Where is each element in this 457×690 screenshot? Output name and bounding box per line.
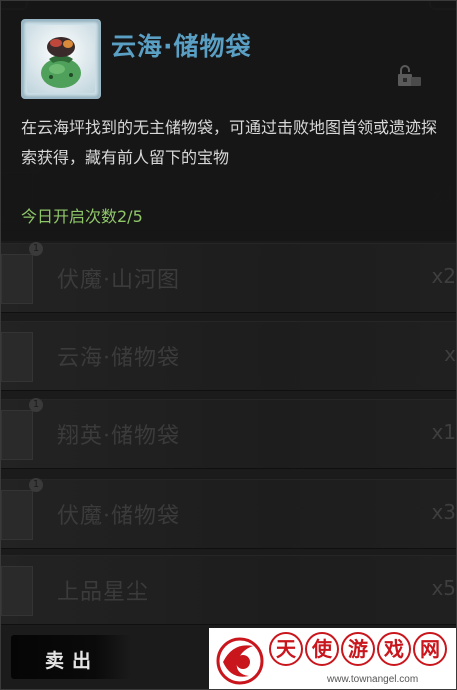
quantity-badge: 1 xyxy=(29,398,43,412)
sell-button[interactable]: 卖出 xyxy=(11,635,131,679)
list-item-count: x xyxy=(444,342,456,366)
pouch-icon xyxy=(27,25,95,93)
list-item-name: 翔英·储物袋 xyxy=(57,424,180,449)
watermark-char: 网 xyxy=(413,632,447,666)
item-window: 1 x1 1 伏魔·山河图 x2 云海·储物袋 x 1 翔英·储物袋 x1 1 … xyxy=(0,0,457,690)
unlock-icon[interactable] xyxy=(397,65,423,87)
watermark-char: 天 xyxy=(269,632,303,666)
item-description: 在云海坪找到的无主储物袋，可通过击败地图首领或遗迹探索获得，藏有前人留下的宝物 xyxy=(21,118,438,167)
list-item[interactable]: 1 伏魔·山河图 x2 xyxy=(1,242,456,313)
list-item-name: 云海·储物袋 xyxy=(57,346,180,371)
list-item[interactable]: 1 翔英·储物袋 x1 xyxy=(1,398,456,469)
item-icon-frame xyxy=(21,19,101,99)
list-item[interactable]: 上品星尘 x5 xyxy=(1,555,456,625)
item-thumbnail xyxy=(1,332,33,382)
watermark-char: 游 xyxy=(341,632,375,666)
watermark-char: 戏 xyxy=(377,632,411,666)
site-watermark: 天 使 游 戏 网 www.townangel.com xyxy=(209,628,456,689)
item-tooltip: 云海·储物袋 在云海坪找到的无主储物袋，可通过击败地图首领或遗迹探索获得，藏有前… xyxy=(1,1,456,241)
item-thumbnail xyxy=(1,566,33,616)
angel-logo-icon xyxy=(216,637,264,685)
watermark-char: 使 xyxy=(305,632,339,666)
daily-open-count: 今日开启次数2/5 xyxy=(21,207,143,226)
sell-button-label: 卖出 xyxy=(45,650,100,672)
quantity-badge: 1 xyxy=(29,478,43,492)
list-item[interactable]: 1 伏魔·储物袋 x3 xyxy=(1,478,456,549)
list-item-name: 伏魔·山河图 xyxy=(57,268,180,293)
list-item-count: x2 xyxy=(431,264,456,288)
list-item-count: x5 xyxy=(431,576,456,600)
list-item-count: x1 xyxy=(431,420,456,444)
watermark-text: 天 使 游 戏 网 xyxy=(269,632,447,666)
item-thumbnail xyxy=(1,254,33,304)
quantity-badge: 1 xyxy=(29,242,43,256)
watermark-url: www.townangel.com xyxy=(327,674,419,685)
list-item-name: 伏魔·储物袋 xyxy=(57,504,180,529)
item-thumbnail xyxy=(1,410,33,460)
list-item-name: 上品星尘 xyxy=(57,580,150,605)
item-title: 云海·储物袋 xyxy=(111,32,252,61)
item-thumbnail xyxy=(1,490,33,540)
list-item-count: x3 xyxy=(431,500,456,524)
list-item[interactable]: 云海·储物袋 x xyxy=(1,321,456,391)
